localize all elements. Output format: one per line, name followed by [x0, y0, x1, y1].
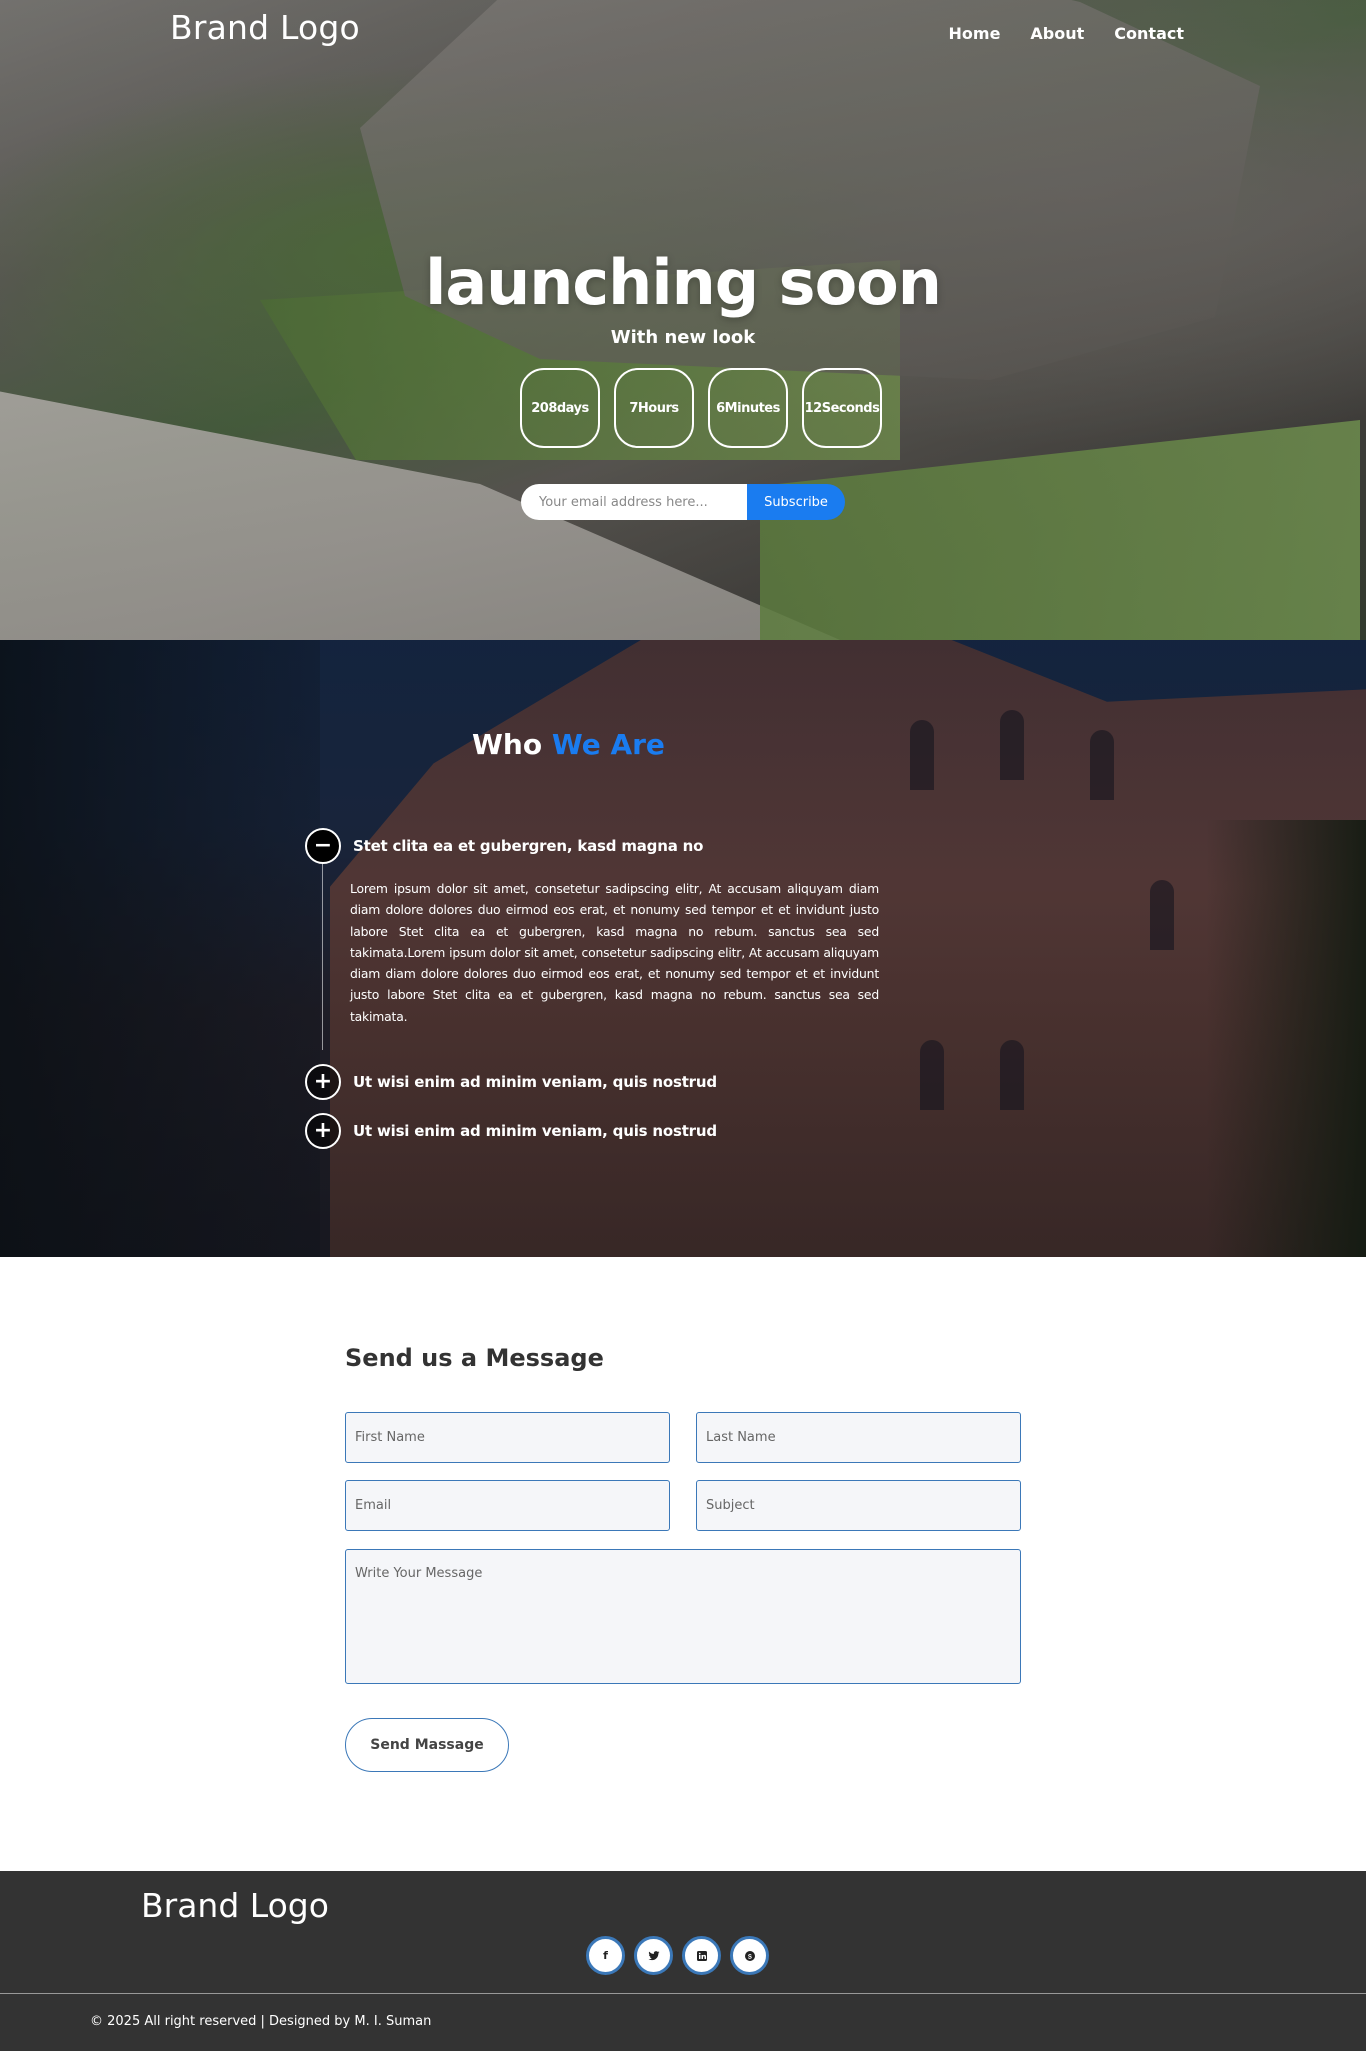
subscribe-email-input[interactable] — [521, 484, 747, 520]
linkedin-icon — [696, 1950, 707, 1961]
twitter-icon — [648, 1950, 659, 1960]
hero-bg-church — [360, 0, 1260, 380]
facebook-link[interactable]: f — [586, 1936, 625, 1975]
message-textarea[interactable] — [345, 1549, 1021, 1684]
contact-section: Send us a Message Send Massage — [0, 1257, 1366, 1871]
accordion-toggle-3[interactable]: + — [305, 1113, 341, 1149]
social-links: f — [586, 1936, 769, 1975]
nav-home-link[interactable]: Home — [949, 24, 1001, 43]
who-bg-tree-right — [1206, 820, 1366, 1257]
countdown-minutes: 6Minutes — [708, 368, 788, 448]
plus-icon: + — [313, 1118, 333, 1143]
who-bg-window — [1000, 1040, 1024, 1110]
who-bg-window — [920, 1040, 944, 1110]
who-we-are-title: Who We Are — [472, 728, 665, 761]
facebook-icon: f — [603, 1949, 608, 1962]
countdown-seconds: 12Seconds — [802, 368, 882, 448]
who-title-main: Who — [472, 728, 543, 761]
hero-section: Brand Logo Home About Contact launching … — [0, 0, 1366, 640]
email-input[interactable] — [345, 1480, 670, 1531]
subject-input[interactable] — [696, 1480, 1021, 1531]
accordion-toggle-2[interactable]: + — [305, 1064, 341, 1100]
linkedin-link[interactable] — [682, 1936, 721, 1975]
subscribe-form: Subscribe — [521, 484, 845, 520]
hero-subtitle: With new look — [610, 327, 756, 348]
hero-title: launching soon — [425, 246, 942, 319]
skype-link[interactable] — [730, 1936, 769, 1975]
brand-logo[interactable]: Brand Logo — [170, 8, 360, 47]
who-we-are-section: Who We Are − Stet clita ea et gubergren,… — [0, 640, 1366, 1257]
who-bg-window — [1150, 880, 1174, 950]
minus-icon: − — [313, 833, 333, 858]
who-title-accent: We Are — [551, 728, 665, 761]
who-bg-window — [1000, 710, 1024, 780]
who-bg-window — [910, 720, 934, 790]
countdown-days: 208days — [520, 368, 600, 448]
countdown-hours: 7Hours — [614, 368, 694, 448]
who-bg-window — [1090, 730, 1114, 800]
accordion-connector-line — [322, 840, 323, 1050]
accordion-item-title-1[interactable]: Stet clita ea et gubergren, kasd magna n… — [353, 837, 703, 855]
footer: Brand Logo f © 2025 All right reserved |… — [0, 1871, 1366, 2051]
copyright-text: © 2025 All right reserved | Designed by … — [90, 2014, 432, 2029]
last-name-input[interactable] — [696, 1412, 1021, 1463]
who-bg-tree-left — [0, 640, 320, 1257]
subscribe-button[interactable]: Subscribe — [747, 484, 845, 520]
countdown: 208days 7Hours 6Minutes 12Seconds — [520, 368, 882, 448]
footer-brand-logo[interactable]: Brand Logo — [141, 1886, 329, 1925]
first-name-input[interactable] — [345, 1412, 670, 1463]
nav-contact-link[interactable]: Contact — [1114, 24, 1184, 43]
accordion-toggle-1[interactable]: − — [305, 828, 341, 864]
accordion-item-body-1: Lorem ipsum dolor sit amet, consetetur s… — [350, 881, 879, 1024]
contact-title: Send us a Message — [345, 1344, 604, 1372]
plus-icon: + — [313, 1069, 333, 1094]
accordion-item-title-3[interactable]: Ut wisi enim ad minim veniam, quis nostr… — [353, 1122, 717, 1140]
twitter-link[interactable] — [634, 1936, 673, 1975]
skype-icon — [744, 1950, 755, 1961]
send-message-button[interactable]: Send Massage — [345, 1718, 509, 1772]
main-nav: Home About Contact — [949, 24, 1184, 43]
footer-divider — [0, 1993, 1366, 1994]
nav-about-link[interactable]: About — [1030, 24, 1084, 43]
accordion-item-title-2[interactable]: Ut wisi enim ad minim veniam, quis nostr… — [353, 1073, 717, 1091]
